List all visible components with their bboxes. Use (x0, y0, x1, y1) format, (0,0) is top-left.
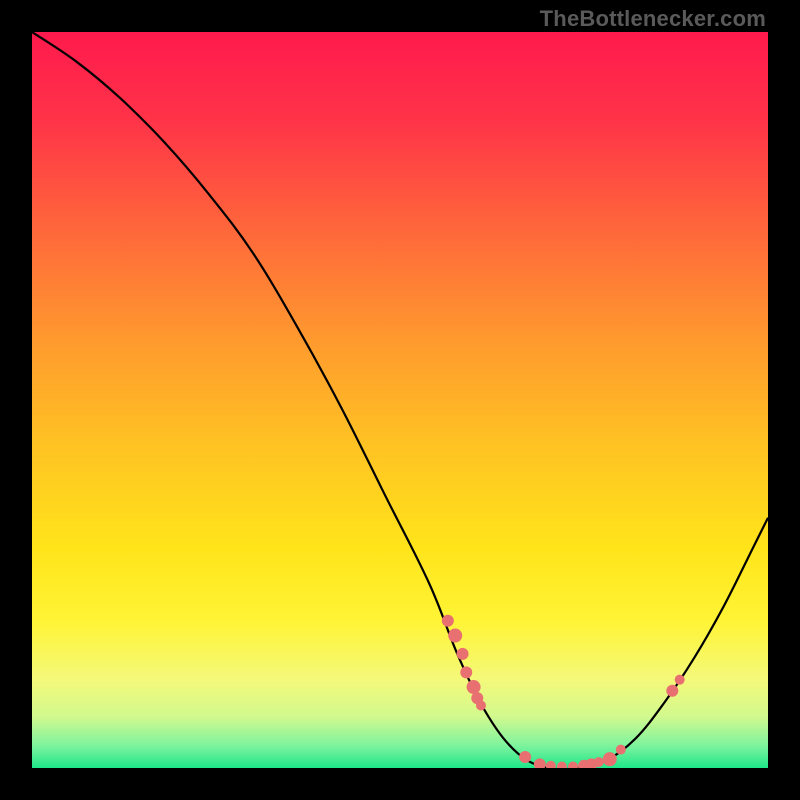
data-marker (457, 648, 469, 660)
chart-svg (32, 32, 768, 768)
data-marker (476, 700, 486, 710)
gradient-background (32, 32, 768, 768)
plot-area (32, 32, 768, 768)
data-marker (603, 752, 617, 766)
chart-container: TheBottlenecker.com (0, 0, 800, 800)
data-marker (519, 751, 531, 763)
data-marker (442, 615, 454, 627)
data-marker (448, 629, 462, 643)
data-marker (675, 675, 685, 685)
attribution-text: TheBottlenecker.com (540, 6, 766, 32)
data-marker (666, 685, 678, 697)
data-marker (467, 680, 481, 694)
data-marker (616, 745, 626, 755)
data-marker (594, 757, 604, 767)
data-marker (460, 666, 472, 678)
